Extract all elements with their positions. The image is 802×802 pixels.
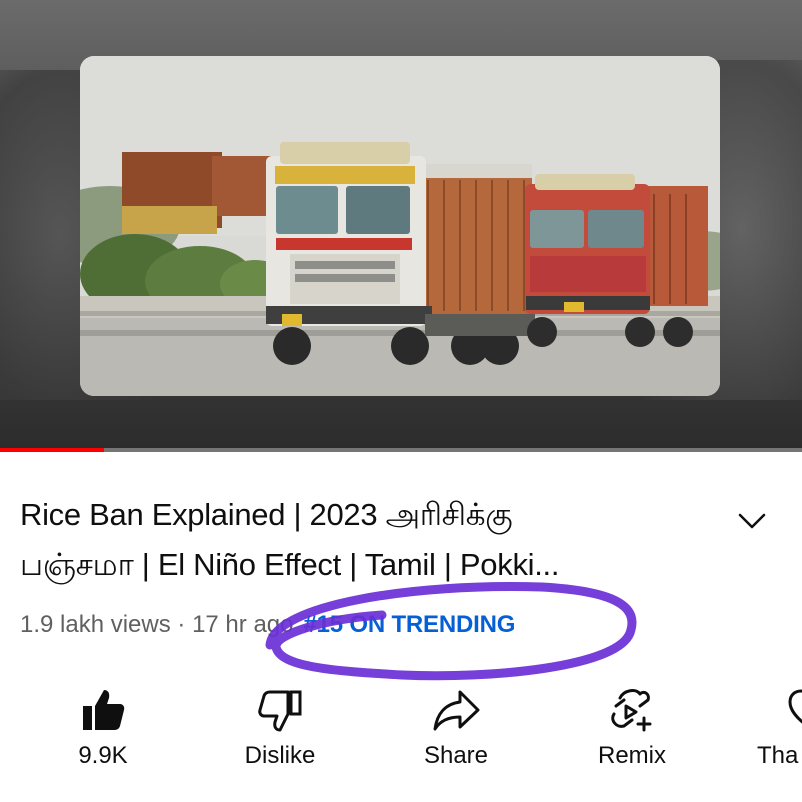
trending-badge[interactable]: #15 ON TRENDING bbox=[303, 611, 515, 638]
video-meta: 1.9 lakh views · 17 hr ago #15 ON TRENDIN… bbox=[20, 611, 515, 639]
share-icon bbox=[433, 690, 480, 731]
remix-label: Remix bbox=[597, 742, 666, 769]
share-label: Share bbox=[423, 742, 489, 769]
thanks-icon bbox=[788, 689, 802, 724]
progress-fill bbox=[0, 448, 105, 452]
remix-button[interactable]: Remix bbox=[557, 676, 707, 796]
thanks-button[interactable]: Tha bbox=[735, 676, 802, 796]
remix-icon bbox=[611, 689, 652, 732]
dislike-button[interactable]: Dislike bbox=[205, 676, 355, 796]
like-count: 9.9K bbox=[78, 742, 128, 769]
dislike-icon bbox=[258, 690, 302, 732]
dislike-label: Dislike bbox=[244, 742, 316, 769]
trucks-scene bbox=[80, 56, 720, 396]
video-player[interactable] bbox=[0, 0, 802, 452]
video-title-line-1: Rice Ban Explained | 2023 அரிசிக்கு bbox=[20, 497, 513, 532]
chevron-down-icon bbox=[738, 513, 766, 529]
video-title[interactable]: Rice Ban Explained | 2023 அரிசிக்கு பஞ்ச… bbox=[20, 490, 710, 590]
like-icon bbox=[83, 690, 125, 730]
expand-description-button[interactable] bbox=[734, 503, 770, 539]
thanks-label: Tha bbox=[757, 742, 799, 769]
share-button[interactable]: Share bbox=[381, 676, 531, 796]
progress-bar[interactable] bbox=[0, 448, 802, 452]
views-and-age: 1.9 lakh views · 17 hr ago bbox=[20, 611, 294, 638]
video-title-line-2: பஞ்சமா | El Niño Effect | Tamil | Pokki.… bbox=[20, 547, 560, 582]
video-frame bbox=[80, 56, 720, 396]
like-button[interactable]: 9.9K bbox=[28, 676, 178, 796]
